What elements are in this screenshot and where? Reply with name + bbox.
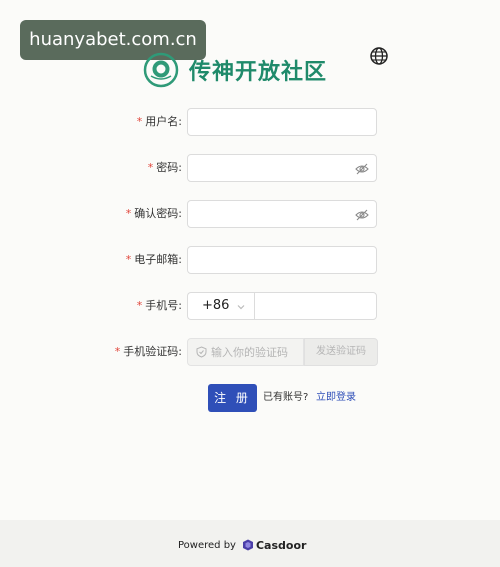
- verification-code-placeholder: 输入你的验证码: [211, 346, 288, 359]
- confirm-password-label: * 确认密码:: [126, 200, 182, 228]
- register-button[interactable]: 注 册: [208, 384, 257, 412]
- username-field[interactable]: [187, 108, 377, 136]
- powered-by-text: Powered by: [178, 539, 236, 551]
- password-label: * 密码:: [148, 154, 182, 182]
- send-code-button[interactable]: 发送验证码: [304, 338, 378, 366]
- brand: 传神开放社区: [143, 52, 327, 88]
- email-field[interactable]: [187, 246, 377, 274]
- email-label-text: 电子邮箱:: [134, 253, 182, 266]
- required-mark: *: [125, 207, 132, 220]
- required-mark: *: [147, 161, 154, 174]
- phone-number-field[interactable]: [254, 292, 377, 320]
- eye-invisible-icon[interactable]: [355, 208, 369, 222]
- casdoor-logo-icon: [242, 539, 253, 551]
- login-link[interactable]: 立即登录: [316, 384, 356, 412]
- country-code-value: +86: [202, 298, 230, 313]
- brand-name: 传神开放社区: [189, 60, 328, 85]
- country-code-select[interactable]: +86: [187, 292, 254, 320]
- shield-icon: [196, 346, 207, 358]
- password-input[interactable]: [188, 155, 376, 181]
- has-account-text: 已有账号?: [263, 392, 309, 403]
- username-label-text: 用户名:: [145, 115, 182, 128]
- required-mark: *: [136, 115, 143, 128]
- confirm-password-input[interactable]: [188, 201, 376, 227]
- brand-logo-icon: [143, 52, 179, 88]
- confirm-password-field[interactable]: [187, 200, 377, 228]
- required-mark: *: [136, 299, 143, 312]
- phone-label-text: 手机号:: [145, 299, 182, 312]
- email-input[interactable]: [188, 247, 376, 273]
- phone-label: * 手机号:: [137, 292, 182, 320]
- confirm-password-label-text: 确认密码:: [134, 207, 182, 220]
- verification-label: * 手机验证码:: [115, 338, 182, 366]
- casdoor-brand: Casdoor: [255, 538, 307, 552]
- required-mark: *: [125, 253, 132, 266]
- username-label: * 用户名:: [137, 108, 182, 136]
- globe-icon[interactable]: [369, 46, 389, 66]
- verification-code-field[interactable]: 输入你的验证码: [187, 338, 304, 366]
- password-label-text: 密码:: [156, 161, 182, 174]
- powered-by[interactable]: Powered by Casdoor: [178, 538, 306, 552]
- chevron-down-icon: [237, 305, 245, 310]
- password-field[interactable]: [187, 154, 377, 182]
- phone-number-input[interactable]: [255, 293, 376, 319]
- verification-label-text: 手机验证码:: [123, 345, 182, 358]
- username-input[interactable]: [188, 109, 376, 135]
- required-mark: *: [114, 345, 121, 358]
- email-label: * 电子邮箱:: [126, 246, 182, 274]
- eye-invisible-icon[interactable]: [355, 162, 369, 176]
